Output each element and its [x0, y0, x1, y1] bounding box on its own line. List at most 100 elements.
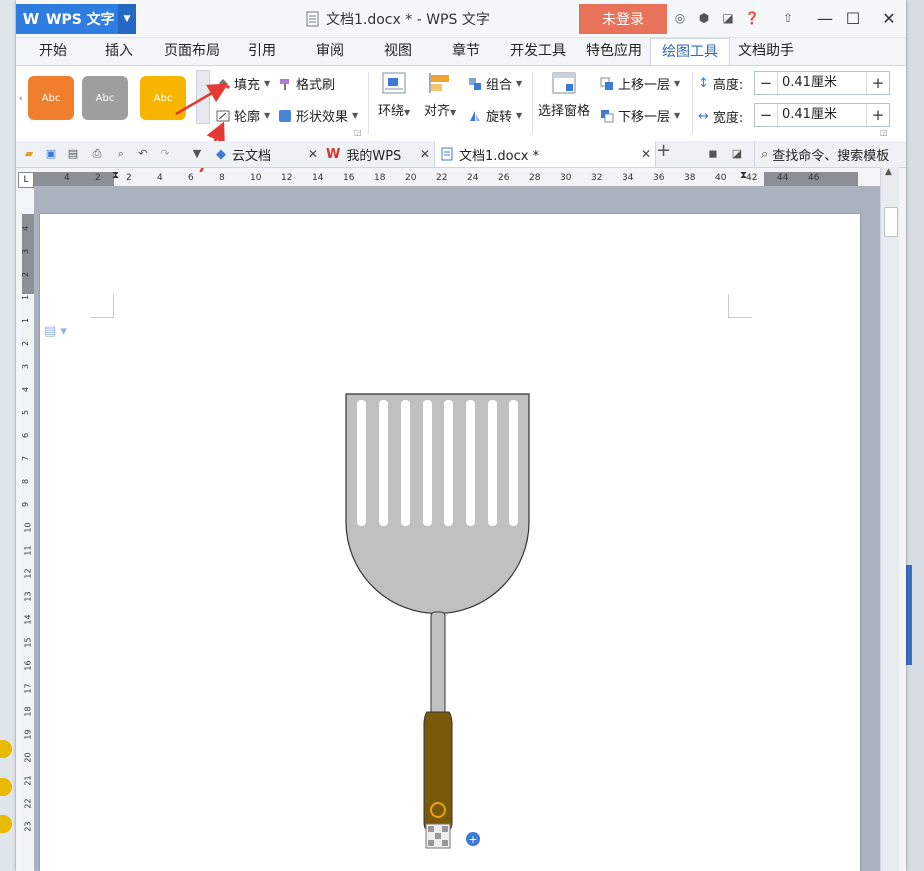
- text-wrap-icon: [382, 72, 406, 94]
- tab-special[interactable]: 特色应用: [582, 38, 646, 65]
- paragraph-icon[interactable]: ▤ ▾: [44, 324, 67, 339]
- right-indent-marker-icon[interactable]: ⧗: [740, 170, 747, 181]
- spatula-drawing[interactable]: +: [340, 392, 540, 862]
- format-painter-button[interactable]: 格式刷: [278, 74, 335, 93]
- feedback-icon[interactable]: ◪: [720, 10, 736, 26]
- dialog-launcher-icon[interactable]: ◲: [880, 128, 888, 137]
- indent-marker-icon[interactable]: ⧗: [112, 170, 119, 181]
- doctab-document[interactable]: 文档1.docx * ✕: [434, 141, 656, 167]
- command-search-box[interactable]: ⌕ 查找命令、搜索模板: [754, 141, 889, 167]
- background-accent: [906, 565, 912, 665]
- rotate-label: 旋转: [486, 110, 513, 125]
- export-pdf-icon[interactable]: ▤: [66, 147, 80, 161]
- close-icon[interactable]: ✕: [308, 147, 318, 161]
- vertical-scrollbar[interactable]: ▲: [880, 167, 899, 871]
- skin-icon[interactable]: ◎: [672, 10, 688, 26]
- doctab-label: 我的WPS: [346, 148, 402, 164]
- send-backward-button[interactable]: 下移一层 ▼: [600, 106, 680, 125]
- print-icon[interactable]: ⎙: [90, 147, 104, 161]
- app-menu-button[interactable]: W WPS 文字 ▼: [16, 4, 136, 34]
- ruler-tick-label: 23: [23, 821, 33, 832]
- close-icon[interactable]: ✕: [641, 147, 651, 161]
- chevron-down-icon: ▼: [264, 111, 271, 120]
- command-search-label: 查找命令、搜索模板: [772, 148, 890, 164]
- style-gallery-scroll[interactable]: [196, 70, 210, 124]
- upload-icon[interactable]: ⇧: [780, 10, 796, 26]
- vertical-ruler[interactable]: 4 3 2 1 1 2 3 4 5 6 7 8 9 10 11 12 13 14 15 16 17 18 19 20 21 22 2…: [21, 214, 34, 871]
- tab-drawing-tools[interactable]: 绘图工具: [650, 38, 730, 66]
- shape-effect-button[interactable]: 形状效果 ▼: [278, 106, 358, 125]
- redo-icon[interactable]: ↷: [158, 147, 172, 161]
- minimize-button[interactable]: —: [814, 8, 836, 30]
- width-increment-button[interactable]: +: [867, 106, 889, 124]
- tab-references[interactable]: 引用: [242, 38, 282, 65]
- height-input[interactable]: 0.41厘米: [777, 72, 867, 94]
- search-icon: ⌕: [761, 146, 769, 162]
- group-button[interactable]: 组合 ▼: [468, 74, 522, 93]
- tab-developer[interactable]: 开发工具: [506, 38, 570, 65]
- bring-forward-button[interactable]: 上移一层 ▼: [600, 74, 680, 93]
- style-swatch-gray[interactable]: Abc: [82, 76, 128, 120]
- doctab-cloud[interactable]: ◆ 云文档 ✕: [212, 141, 322, 167]
- height-spinner[interactable]: − 0.41厘米 +: [754, 71, 890, 95]
- width-spinner[interactable]: − 0.41厘米 +: [754, 103, 890, 127]
- close-button[interactable]: ✕: [878, 8, 900, 30]
- tab-stop-selector[interactable]: L: [18, 172, 34, 188]
- ruler-tick-label: 9: [21, 501, 31, 508]
- tab-start[interactable]: 开始: [30, 38, 76, 65]
- tab-section[interactable]: 章节: [446, 38, 486, 65]
- new-tab-plus-icon[interactable]: +: [656, 142, 671, 160]
- selection-pane-button[interactable]: 选择窗格: [538, 72, 590, 119]
- ruler-tick-label: 34: [622, 173, 634, 183]
- close-icon[interactable]: ✕: [420, 147, 430, 161]
- dialog-launcher-icon[interactable]: ◲: [354, 128, 362, 137]
- chevron-left-icon[interactable]: ‹: [19, 94, 23, 104]
- tab-page-layout[interactable]: 页面布局: [160, 38, 224, 65]
- ruler-tick-label: 18: [23, 706, 33, 717]
- outline-button[interactable]: 轮廓 ▼: [216, 106, 270, 125]
- scroll-up-icon[interactable]: ▲: [885, 167, 892, 177]
- ruler-tick-label: 38: [684, 173, 696, 183]
- tab-doc-assistant[interactable]: 文档助手: [734, 38, 798, 65]
- chevron-down-icon[interactable]: ▼: [190, 147, 204, 161]
- ruler-tick-label: 21: [23, 775, 33, 786]
- print-preview-icon[interactable]: ⌕: [114, 147, 128, 161]
- tab-review[interactable]: 审阅: [310, 38, 350, 65]
- spatula-head[interactable]: [345, 393, 530, 615]
- height-decrement-button[interactable]: −: [755, 74, 777, 92]
- ruler-tick-label: 15: [23, 637, 33, 648]
- maximize-button[interactable]: ☐: [842, 8, 864, 30]
- fill-button[interactable]: 填充 ▼: [216, 74, 270, 93]
- style-swatch-yellow[interactable]: Abc: [140, 76, 186, 120]
- save-icon[interactable]: ▣: [44, 147, 58, 161]
- help-icon[interactable]: ❓: [744, 10, 760, 26]
- style-swatch-orange[interactable]: Abc: [28, 76, 74, 120]
- spatula-neck[interactable]: [430, 611, 446, 717]
- tab-insert[interactable]: 插入: [98, 38, 140, 65]
- align-button[interactable]: 对齐▼: [424, 72, 456, 119]
- doctab-my-wps[interactable]: W 我的WPS ✕: [322, 141, 434, 167]
- height-increment-button[interactable]: +: [867, 74, 889, 92]
- width-decrement-button[interactable]: −: [755, 106, 777, 124]
- open-folder-icon[interactable]: ▰: [22, 147, 36, 161]
- mail-icon[interactable]: ◪: [730, 147, 744, 161]
- horizontal-ruler[interactable]: 4 2 2 4 6 8 10 12 14 16 18 20 22 24 26 28 30 32 34 36 38 40 42…: [34, 170, 858, 186]
- settings-icon[interactable]: ⬢: [696, 10, 712, 26]
- ruler-tick-label: 14: [23, 614, 33, 625]
- backup-icon[interactable]: ◼: [706, 147, 720, 161]
- ruler-tick-label: 4: [21, 225, 31, 232]
- width-input[interactable]: 0.41厘米: [777, 104, 867, 126]
- layout-options-icon[interactable]: +: [466, 832, 480, 846]
- wrap-label: 环绕: [378, 104, 405, 119]
- undo-icon[interactable]: ↶: [136, 147, 150, 161]
- rotate-button[interactable]: 旋转 ▼: [468, 106, 522, 125]
- spatula-handle[interactable]: [423, 711, 453, 833]
- align-label: 对齐: [424, 104, 451, 119]
- wrap-button[interactable]: 环绕▼: [378, 72, 410, 119]
- tab-view[interactable]: 视图: [378, 38, 418, 65]
- login-button[interactable]: 未登录: [579, 4, 667, 34]
- scrollbar-thumb[interactable]: [884, 207, 898, 237]
- chevron-down-icon[interactable]: ▼: [118, 4, 136, 34]
- document-page[interactable]: ▤ ▾ +: [40, 214, 860, 871]
- ruler-tick-label: 5: [21, 409, 31, 416]
